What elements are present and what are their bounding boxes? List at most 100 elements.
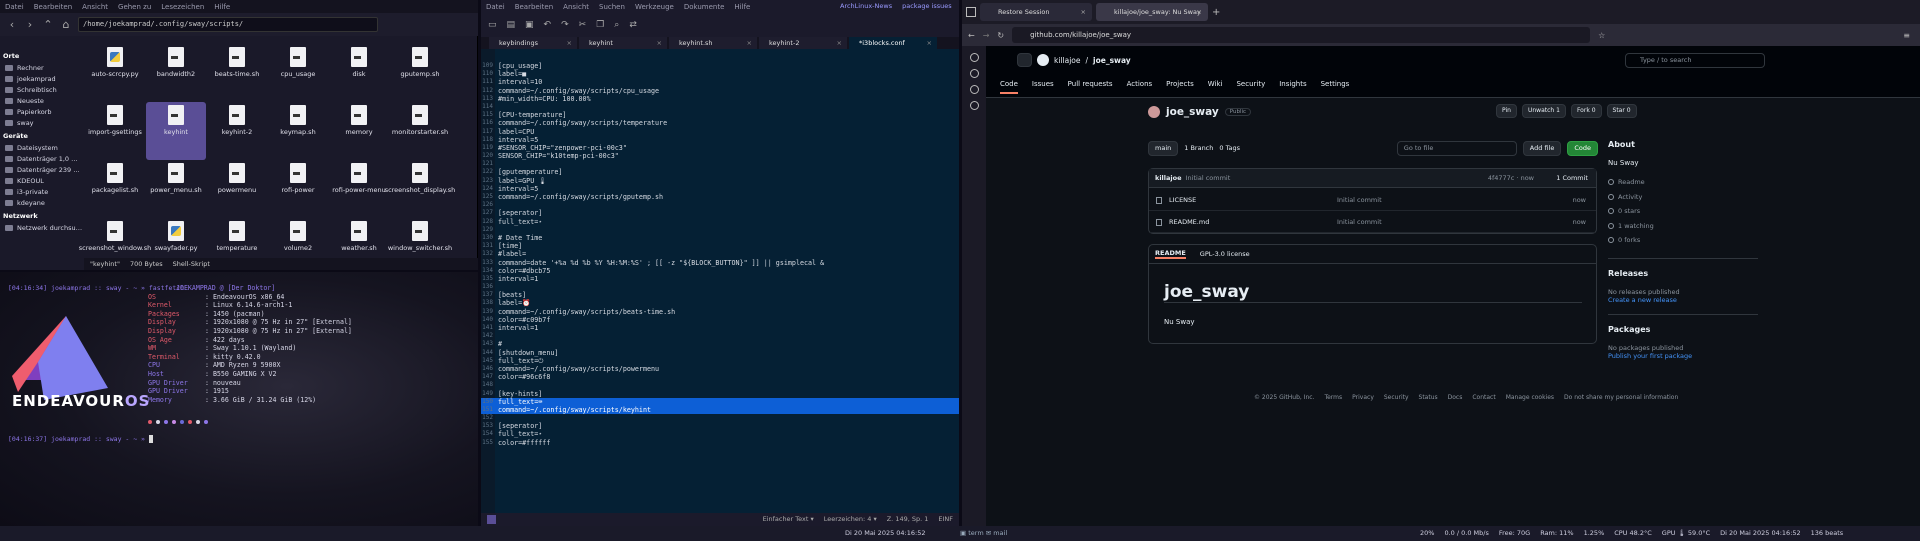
editor-tab[interactable]: *i3blocks.conf ×: [849, 37, 937, 49]
owner-link[interactable]: killajoe: [1054, 56, 1080, 65]
new-tab-icon[interactable]: +: [1212, 7, 1220, 18]
menu-item[interactable]: Dokumente: [684, 3, 725, 11]
create-release-link[interactable]: Create a new release: [1608, 296, 1677, 304]
file-item[interactable]: keyhint-2: [207, 102, 267, 160]
file-item[interactable]: monitorstarter.sh: [390, 102, 450, 160]
file-item[interactable]: import-gsettings: [85, 102, 145, 160]
open-icon[interactable]: ▤: [507, 20, 516, 30]
sidebar-item[interactable]: Datenträger 239 …: [0, 164, 84, 175]
close-icon[interactable]: ×: [747, 37, 752, 49]
repo-action-button[interactable]: Star 0: [1606, 104, 1637, 118]
close-icon[interactable]: ×: [927, 37, 932, 49]
sidebar-item[interactable]: joekamprad: [0, 73, 84, 84]
file-item[interactable]: rofi-power-menu: [329, 160, 389, 218]
redo-icon[interactable]: ↷: [561, 20, 569, 30]
repo-tab[interactable]: Insights: [1279, 80, 1306, 94]
forward-icon[interactable]: ›: [24, 18, 36, 32]
sidebar-item[interactable]: Rechner: [0, 62, 84, 73]
file-item[interactable]: auto-scrcpy.py: [85, 44, 145, 102]
sidebar-item[interactable]: Netzwerk durchsu…: [0, 222, 84, 233]
indent-mode[interactable]: Leerzeichen: 4 ▾: [824, 513, 877, 526]
menu-item[interactable]: Werkzeuge: [635, 3, 674, 11]
syntax-mode[interactable]: Einfacher Text ▾: [763, 513, 814, 526]
file-item[interactable]: beats-time.sh: [207, 44, 267, 102]
file-row[interactable]: LICENSE Initial commit now: [1149, 189, 1596, 211]
editor-tab[interactable]: keyhint-2 ×: [759, 37, 847, 49]
repo-tab[interactable]: Pull requests: [1068, 80, 1113, 94]
workspace-icons[interactable]: ▣ term ✉ mail: [960, 526, 1007, 541]
file-item[interactable]: keyhint: [146, 102, 206, 160]
sidebar-item[interactable]: Dateisystem: [0, 142, 84, 153]
menu-item[interactable]: Gehen zu: [118, 3, 151, 11]
browser-tab[interactable]: Restore Session ×: [980, 3, 1092, 21]
tags-link[interactable]: 0 Tags: [1219, 144, 1240, 152]
sidebar-item[interactable]: Schreibtisch: [0, 84, 84, 95]
bookmark-link[interactable]: package issues: [902, 2, 952, 10]
file-item[interactable]: powermenu: [207, 160, 267, 218]
about-item[interactable]: 0 forks: [1608, 233, 1758, 248]
menu-item[interactable]: Hilfe: [734, 3, 750, 11]
path-input[interactable]: /home/joekamprad/.config/sway/scripts/: [78, 17, 378, 32]
menu-item[interactable]: Datei: [5, 3, 24, 11]
editor-text[interactable]: 109 [cpu_usage] 110 label=■ 111 interval=10 11…: [481, 62, 959, 447]
editor-tab[interactable]: keyhint ×: [579, 37, 667, 49]
sidebar-item[interactable]: KDEOUL: [0, 175, 84, 186]
menu-item[interactable]: Ansicht: [82, 3, 108, 11]
back-icon[interactable]: ‹: [6, 18, 18, 32]
sidebar-item[interactable]: sway: [0, 117, 84, 128]
footer-link[interactable]: Security: [1384, 394, 1409, 401]
menu-item[interactable]: Ansicht: [563, 3, 589, 11]
file-item[interactable]: bandwidth2: [146, 44, 206, 102]
menu-item[interactable]: Lesezeichen: [161, 3, 204, 11]
menu-item[interactable]: Suchen: [599, 3, 625, 11]
sidebar-toggle-icon[interactable]: [487, 515, 496, 524]
github-logo-icon[interactable]: [1037, 54, 1049, 66]
file-row[interactable]: README.md Initial commit now: [1149, 211, 1596, 233]
close-icon[interactable]: ×: [837, 37, 842, 49]
editor-tab[interactable]: keybindings ×: [489, 37, 577, 49]
repo-tab[interactable]: Settings: [1321, 80, 1350, 94]
repo-action-button[interactable]: Fork 0: [1570, 104, 1602, 118]
footer-link[interactable]: Manage cookies: [1506, 394, 1554, 401]
repo-tab[interactable]: Security: [1236, 80, 1265, 94]
sidebar-item[interactable]: Neueste: [0, 95, 84, 106]
commit-message[interactable]: Initial commit: [1337, 189, 1382, 211]
bookmark-star-icon[interactable]: ☆: [1598, 31, 1605, 40]
menu-item[interactable]: Bearbeiten: [34, 3, 72, 11]
commits-link[interactable]: 1 Commit: [1556, 169, 1588, 188]
file-name[interactable]: LICENSE: [1169, 189, 1196, 211]
sidebar-toggle-icon[interactable]: [966, 7, 976, 17]
file-item[interactable]: power_menu.sh: [146, 160, 206, 218]
forward-icon[interactable]: →: [983, 31, 990, 40]
repo-action-button[interactable]: Unwatch 1: [1521, 104, 1566, 118]
about-item[interactable]: Readme: [1608, 175, 1758, 190]
menu-item[interactable]: Hilfe: [214, 3, 230, 11]
close-icon[interactable]: ×: [657, 37, 662, 49]
license-tab[interactable]: GPL-3.0 license: [1200, 250, 1250, 258]
add-file-button[interactable]: Add file: [1522, 140, 1562, 156]
footer-link[interactable]: Docs: [1448, 394, 1463, 401]
menu-icon[interactable]: ≡: [1903, 31, 1910, 40]
about-item[interactable]: Activity: [1608, 190, 1758, 205]
file-item[interactable]: screenshot_display.sh: [385, 160, 455, 218]
repo-link[interactable]: joe_sway: [1093, 56, 1131, 65]
home-icon[interactable]: ⌂: [60, 18, 72, 32]
about-item[interactable]: 1 watching: [1608, 219, 1758, 234]
readme-tab[interactable]: README: [1155, 249, 1186, 259]
sidebar-item[interactable]: Datenträger 1,0 …: [0, 153, 84, 164]
up-icon[interactable]: ⌃: [42, 18, 54, 32]
file-item[interactable]: cpu_usage: [268, 44, 328, 102]
file-item[interactable]: keymap.sh: [268, 102, 328, 160]
file-item[interactable]: rofi-power: [268, 160, 328, 218]
terminal-prompt-current[interactable]: [04:16:37] joekamprad :: sway - ~ »: [8, 435, 153, 443]
reload-icon[interactable]: ↻: [997, 31, 1004, 40]
close-icon[interactable]: ×: [1197, 3, 1202, 21]
commit-message[interactable]: Initial commit: [1337, 211, 1382, 233]
file-item[interactable]: disk: [329, 44, 389, 102]
repo-tab[interactable]: Actions: [1127, 80, 1153, 94]
footer-link[interactable]: Do not share my personal information: [1564, 394, 1678, 401]
browser-tab[interactable]: killajoe/joe_sway: Nu Sway ×: [1096, 3, 1208, 21]
sidebar-item[interactable]: Papierkorb: [0, 106, 84, 117]
undo-icon[interactable]: ↶: [544, 20, 552, 30]
file-item[interactable]: packagelist.sh: [85, 160, 145, 218]
